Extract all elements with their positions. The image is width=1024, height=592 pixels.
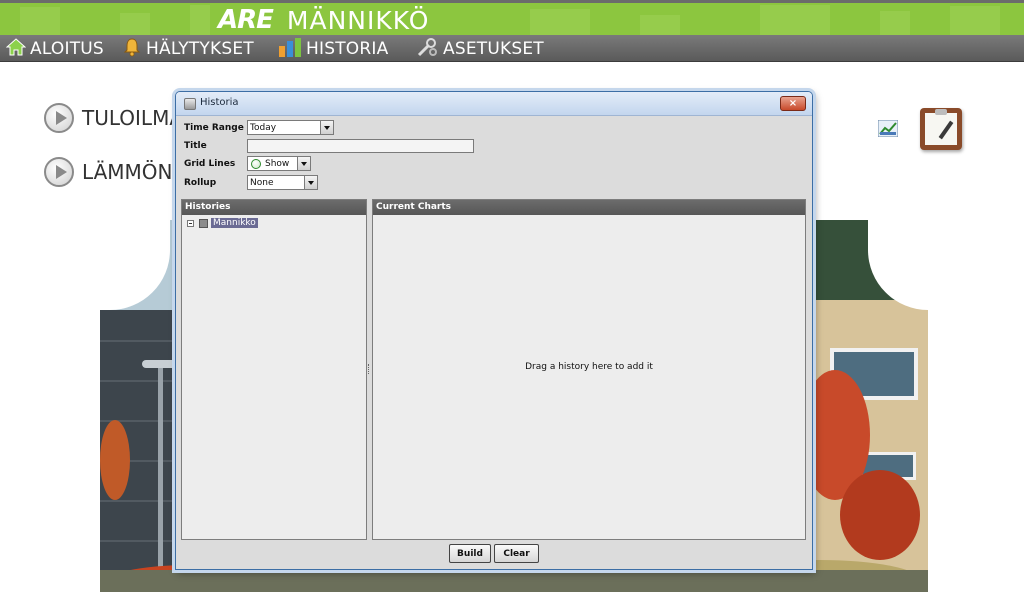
nav-label: HÄLYTYKSET — [146, 38, 254, 59]
tree-item-mannikko[interactable]: Mannikko — [187, 218, 258, 228]
banner-decoration — [760, 5, 830, 35]
rollup-value: None — [250, 177, 274, 188]
grid-lines-icon — [251, 158, 261, 169]
nav-item-asetukset[interactable]: ASETUKSET — [417, 35, 544, 62]
photo-lamp — [142, 360, 176, 368]
grid-lines-label: Grid Lines — [184, 159, 236, 169]
home-icon — [5, 37, 27, 60]
tree-item-label: Mannikko — [211, 218, 258, 228]
time-range-label: Time Range — [184, 123, 244, 133]
chevron-down-icon[interactable] — [297, 157, 310, 170]
rollup-label: Rollup — [184, 178, 217, 188]
nav-item-aloitus[interactable]: ALOITUS — [5, 35, 104, 62]
photo-ground — [100, 570, 928, 592]
page-link-label: TULOILMA — [82, 106, 184, 130]
bell-icon — [122, 37, 142, 61]
bar-chart-icon — [278, 37, 302, 61]
current-charts-header: Current Charts — [373, 200, 805, 215]
nav-label: ALOITUS — [30, 38, 104, 59]
grid-lines-select[interactable]: Show — [247, 156, 311, 171]
nav-item-halytykset[interactable]: HÄLYTYKSET — [122, 35, 254, 62]
clipboard-icon[interactable] — [920, 108, 962, 150]
chevron-down-icon[interactable] — [304, 176, 317, 189]
page-link-label: LÄMMÖN — [82, 160, 173, 184]
chart-icon[interactable] — [877, 119, 899, 138]
histories-panel: Histories Mannikko — [181, 199, 367, 540]
clipboard-paper — [925, 113, 957, 145]
time-range-select[interactable]: Today — [247, 120, 334, 135]
chevron-down-icon[interactable] — [320, 121, 333, 134]
drop-hint: Drag a history here to add it — [525, 362, 653, 372]
clear-button[interactable]: Clear — [494, 544, 539, 563]
banner-decoration — [640, 15, 680, 35]
main-nav: ALOITUS HÄLYTYKSET HISTORIA ASETUKSET — [0, 35, 1024, 62]
dialog-titlebar[interactable]: Historia × — [176, 92, 812, 116]
historia-dialog: Historia × Time Range Today Title Grid L… — [175, 91, 813, 570]
banner-decoration — [20, 7, 60, 35]
site-name: MÄNNIKKÖ — [286, 5, 430, 35]
photo-lamp-post — [158, 368, 163, 592]
play-icon — [44, 103, 74, 133]
window-icon — [184, 98, 196, 110]
photo-foliage — [840, 470, 920, 560]
grid-lines-value: Show — [265, 158, 290, 169]
brand-logo: ARE — [218, 5, 274, 35]
wrench-gear-icon — [417, 37, 439, 61]
brand: ARE MÄNNIKKÖ — [218, 5, 429, 35]
banner-decoration — [530, 9, 590, 35]
time-range-value: Today — [250, 122, 277, 133]
splitter-handle[interactable] — [368, 364, 370, 374]
clipboard-clip — [935, 109, 947, 115]
current-charts-panel[interactable]: Current Charts Drag a history here to ad… — [372, 199, 806, 540]
nav-label: ASETUKSET — [443, 38, 544, 59]
banner-decoration — [190, 5, 210, 35]
nav-item-historia[interactable]: HISTORIA — [278, 35, 388, 62]
title-input[interactable] — [247, 139, 474, 153]
rollup-select[interactable]: None — [247, 175, 318, 190]
photo-foliage — [100, 420, 130, 500]
play-icon — [44, 157, 74, 187]
collapse-icon[interactable] — [187, 219, 194, 227]
top-banner: ARE MÄNNIKKÖ — [0, 0, 1024, 35]
banner-decoration — [880, 11, 910, 35]
page-link-tuloilma[interactable]: TULOILMA — [44, 103, 183, 133]
banner-decoration — [120, 13, 150, 35]
nav-label: HISTORIA — [306, 38, 389, 59]
banner-decoration — [950, 6, 1000, 35]
close-button[interactable]: × — [780, 96, 806, 111]
page-link-lammon[interactable]: LÄMMÖN — [44, 157, 173, 187]
title-label: Title — [184, 141, 207, 151]
dialog-title: Historia — [200, 97, 239, 108]
build-button[interactable]: Build — [449, 544, 491, 563]
histories-header: Histories — [182, 200, 366, 215]
station-icon — [199, 218, 208, 228]
